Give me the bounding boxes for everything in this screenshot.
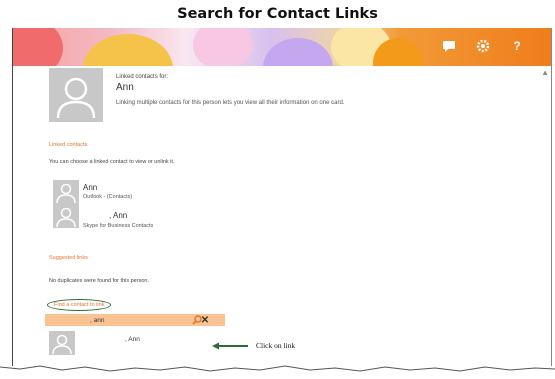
scroll-up-arrow[interactable]: ▲ bbox=[541, 68, 549, 77]
contact-search-box[interactable] bbox=[45, 314, 225, 326]
contact-description: Linking multiple contacts for this perso… bbox=[116, 100, 345, 106]
linked-contact-photo-2[interactable] bbox=[53, 204, 79, 228]
linked-contact-name-2[interactable]: , Ann bbox=[109, 211, 127, 220]
linked-instruction: You can choose a linked contact to view … bbox=[49, 159, 175, 165]
contact-search-input[interactable] bbox=[45, 314, 205, 326]
suggested-links-text: No duplicates were found for this person… bbox=[49, 278, 149, 284]
contact-name: Ann bbox=[116, 82, 134, 93]
linked-contact-source-1: Outlook - (Contacts) bbox=[83, 194, 133, 200]
linked-contact-name-1[interactable]: Ann bbox=[83, 183, 97, 192]
left-arrow-icon bbox=[212, 342, 248, 349]
callout-annotation: Click on link bbox=[212, 341, 295, 350]
suggested-links-title: Suggested links bbox=[49, 255, 88, 261]
header-banner: ? bbox=[13, 28, 551, 66]
linked-contact-photo-1[interactable] bbox=[53, 180, 79, 204]
gear-icon[interactable] bbox=[473, 36, 493, 56]
chat-icon[interactable] bbox=[439, 36, 459, 56]
callout-text: Click on link bbox=[256, 341, 296, 350]
help-icon[interactable]: ? bbox=[507, 36, 527, 56]
linked-contacts-title: Linked contacts bbox=[49, 142, 88, 148]
screenshot-frame: ? ▲ Linked contacts for: Ann Linking mul… bbox=[12, 28, 552, 366]
close-icon[interactable]: ✕ bbox=[199, 314, 211, 326]
linked-contact-source-2: Skype for Business Contacts bbox=[83, 223, 154, 229]
contact-photo bbox=[49, 68, 103, 122]
page-heading: Search for Contact Links bbox=[177, 6, 378, 22]
torn-edge bbox=[0, 365, 555, 379]
linked-for-label: Linked contacts for: bbox=[116, 74, 169, 80]
find-contact-link[interactable]: Find a contact to link bbox=[47, 299, 112, 311]
result-contact-photo bbox=[49, 331, 75, 355]
result-contact-name: , Ann bbox=[125, 336, 140, 343]
search-result-item[interactable]: , Ann bbox=[47, 331, 217, 355]
